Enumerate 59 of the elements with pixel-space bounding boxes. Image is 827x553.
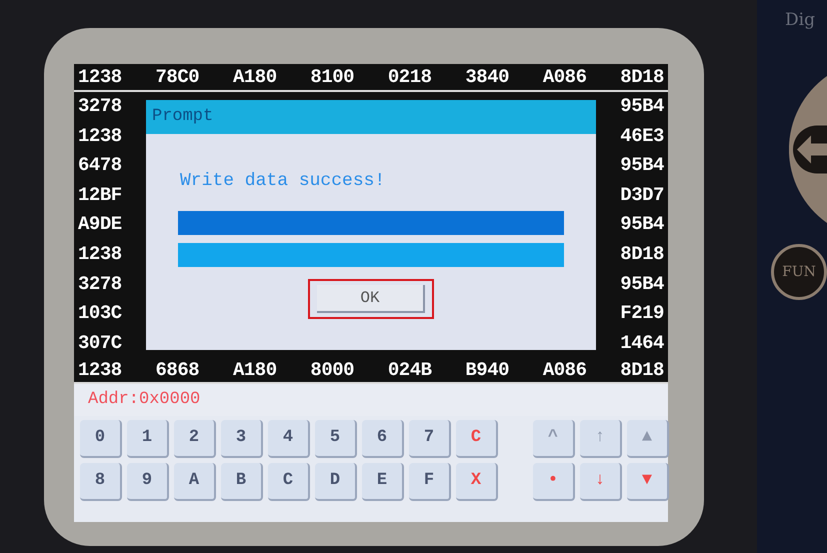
hex-value: 3278 [78, 274, 123, 294]
hex-value: 6478 [78, 156, 123, 176]
hex-value: 8000 [310, 360, 354, 380]
hex-value: 103C [78, 304, 123, 324]
hex-value: A086 [542, 68, 587, 86]
ok-button[interactable]: OK [308, 279, 434, 319]
hex-value: 024B [388, 360, 432, 380]
hex-value: 46E3 [620, 126, 664, 146]
hex-value: A086 [542, 360, 587, 380]
hex-value: D3D7 [620, 186, 664, 205]
hex-value: 95B4 [620, 274, 664, 294]
hex-value: 1238 [78, 245, 123, 264]
dialog-title: Prompt [152, 106, 214, 128]
address-text: Addr:0x0000 [88, 389, 200, 412]
keypad-key[interactable]: ↓ [580, 463, 622, 501]
hex-value: 1238 [78, 360, 122, 380]
hex-value: A9DE [78, 215, 123, 234]
hex-value: 78C0 [155, 68, 200, 86]
hex-value: 6868 [155, 360, 200, 380]
keypad-key[interactable]: 0 [80, 420, 122, 458]
direction-pad[interactable] [789, 76, 827, 223]
hex-value: 307C [78, 334, 123, 353]
keypad-key[interactable]: B [221, 463, 263, 501]
keypad-key[interactable]: E [362, 463, 404, 501]
fun-button[interactable]: FUN [771, 244, 827, 300]
hex-value: 8D18 [620, 360, 664, 380]
dialog-message: Write data success! [179, 170, 386, 193]
hex-value: 8D18 [620, 245, 664, 264]
keypad-key[interactable]: 9 [127, 463, 169, 501]
keypad-key[interactable]: 7 [409, 420, 451, 458]
hex-value: 8D18 [620, 68, 664, 86]
hex-value: 1238 [78, 126, 123, 146]
hex-value: 1464 [620, 334, 664, 353]
brand-text: Dig [785, 9, 815, 32]
hex-value: 1238 [78, 68, 122, 86]
hex-value: 95B4 [620, 156, 664, 176]
hex-value: B940 [465, 360, 510, 380]
keypad-key[interactable]: C [268, 463, 310, 501]
keypad-key[interactable]: 2 [174, 420, 216, 458]
keypad-key[interactable]: 4 [268, 420, 310, 458]
keypad-key[interactable]: 5 [315, 420, 357, 458]
keypad-key[interactable]: 6 [362, 420, 404, 458]
hex-value: 95B4 [620, 97, 664, 116]
hex-value: 12BF [78, 186, 123, 205]
hex-value: A180 [232, 360, 277, 380]
hex-value: 3278 [78, 97, 123, 116]
keypad-key[interactable]: F [409, 463, 451, 501]
keypad-key[interactable]: A [174, 463, 216, 501]
keypad-key[interactable]: 1 [127, 420, 169, 458]
keypad-key[interactable]: 8 [80, 463, 122, 501]
hex-value: F219 [620, 304, 664, 324]
keypad-key[interactable]: 3 [221, 420, 263, 458]
hex-value: A180 [232, 68, 277, 86]
hex-value: 95B4 [620, 215, 664, 234]
hex-value: 8100 [310, 68, 354, 86]
left-arrow-icon [793, 126, 827, 174]
hex-value: 0218 [388, 68, 432, 86]
hex-value: 3840 [465, 68, 510, 86]
keypad-key[interactable]: D [315, 463, 357, 501]
